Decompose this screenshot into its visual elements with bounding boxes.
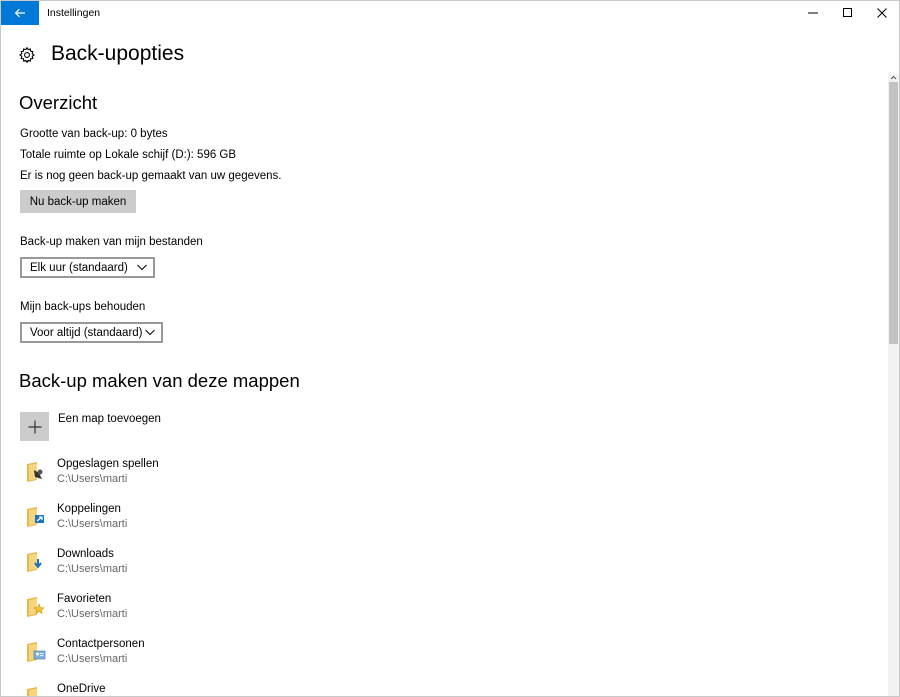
folder-path: C:\Users\marti [57, 473, 128, 485]
gear-icon [19, 46, 35, 64]
minimize-button[interactable] [796, 1, 830, 25]
downloads-icon [27, 552, 42, 572]
backup-size-text: Grootte van back-up: 0 bytes [20, 128, 168, 140]
folder-path: C:\Users\marti [57, 608, 128, 620]
minimize-icon [808, 12, 818, 14]
folder-name: OneDrive [57, 683, 106, 695]
chevron-down-icon [137, 264, 147, 271]
vertical-scrollbar[interactable] [888, 74, 899, 696]
add-folder-button[interactable] [20, 412, 49, 441]
scrollbar-thumb[interactable] [889, 82, 898, 344]
retention-dropdown[interactable]: Voor altijd (standaard) [20, 322, 163, 343]
maximize-icon [843, 8, 852, 17]
plus-icon [28, 420, 41, 433]
back-button[interactable] [1, 1, 39, 25]
folder-path: C:\Users\marti [57, 518, 128, 530]
scroll-up-icon[interactable] [888, 74, 899, 81]
folder-item[interactable]: OneDrive [25, 683, 425, 696]
saved-games-icon [27, 462, 43, 482]
contacts-icon [27, 642, 46, 662]
close-icon [877, 8, 887, 18]
folder-name: Downloads [57, 548, 114, 560]
maximize-button[interactable] [831, 1, 865, 25]
folder-item[interactable]: Favorieten C:\Users\marti [25, 593, 425, 629]
folder-name: Koppelingen [57, 503, 121, 515]
folder-item[interactable]: Opgeslagen spellen C:\Users\marti [25, 458, 425, 494]
folder-item[interactable]: Contactpersonen C:\Users\marti [25, 638, 425, 674]
frequency-label: Back-up maken van mijn bestanden [20, 236, 203, 248]
backup-status-text: Er is nog geen back-up gemaakt van uw ge… [20, 170, 282, 182]
title-bar: Instellingen [1, 1, 899, 25]
retention-selected: Voor altijd (standaard) [30, 327, 143, 339]
folder-name: Favorieten [57, 593, 112, 605]
folder-item[interactable]: Koppelingen C:\Users\marti [25, 503, 425, 539]
folders-heading: Back-up maken van deze mappen [19, 370, 300, 391]
folder-path: C:\Users\marti [57, 563, 128, 575]
page-title: Back-upopties [51, 42, 185, 65]
overview-heading: Overzicht [19, 92, 98, 113]
onedrive-icon [27, 687, 37, 696]
close-button[interactable] [865, 1, 899, 25]
favorites-icon [27, 597, 45, 617]
arrow-left-icon [14, 8, 25, 18]
frequency-selected: Elk uur (standaard) [30, 262, 128, 274]
backup-now-button[interactable]: Nu back-up maken [20, 190, 136, 213]
folder-path: C:\Users\marti [57, 653, 128, 665]
folder-name: Contactpersonen [57, 638, 145, 650]
total-space-text: Totale ruimte op Lokale schijf (D:): 596… [20, 149, 237, 161]
folder-name: Opgeslagen spellen [57, 458, 159, 470]
chevron-down-icon [145, 329, 155, 336]
retention-label: Mijn back-ups behouden [20, 301, 146, 313]
links-icon [27, 507, 44, 527]
frequency-dropdown[interactable]: Elk uur (standaard) [20, 257, 155, 278]
folder-item[interactable]: Downloads C:\Users\marti [25, 548, 425, 584]
add-folder-label[interactable]: Een map toevoegen [58, 413, 161, 425]
window-title: Instellingen [47, 7, 101, 19]
settings-window: Instellingen Back-upopties Overzicht Gro… [0, 0, 900, 697]
